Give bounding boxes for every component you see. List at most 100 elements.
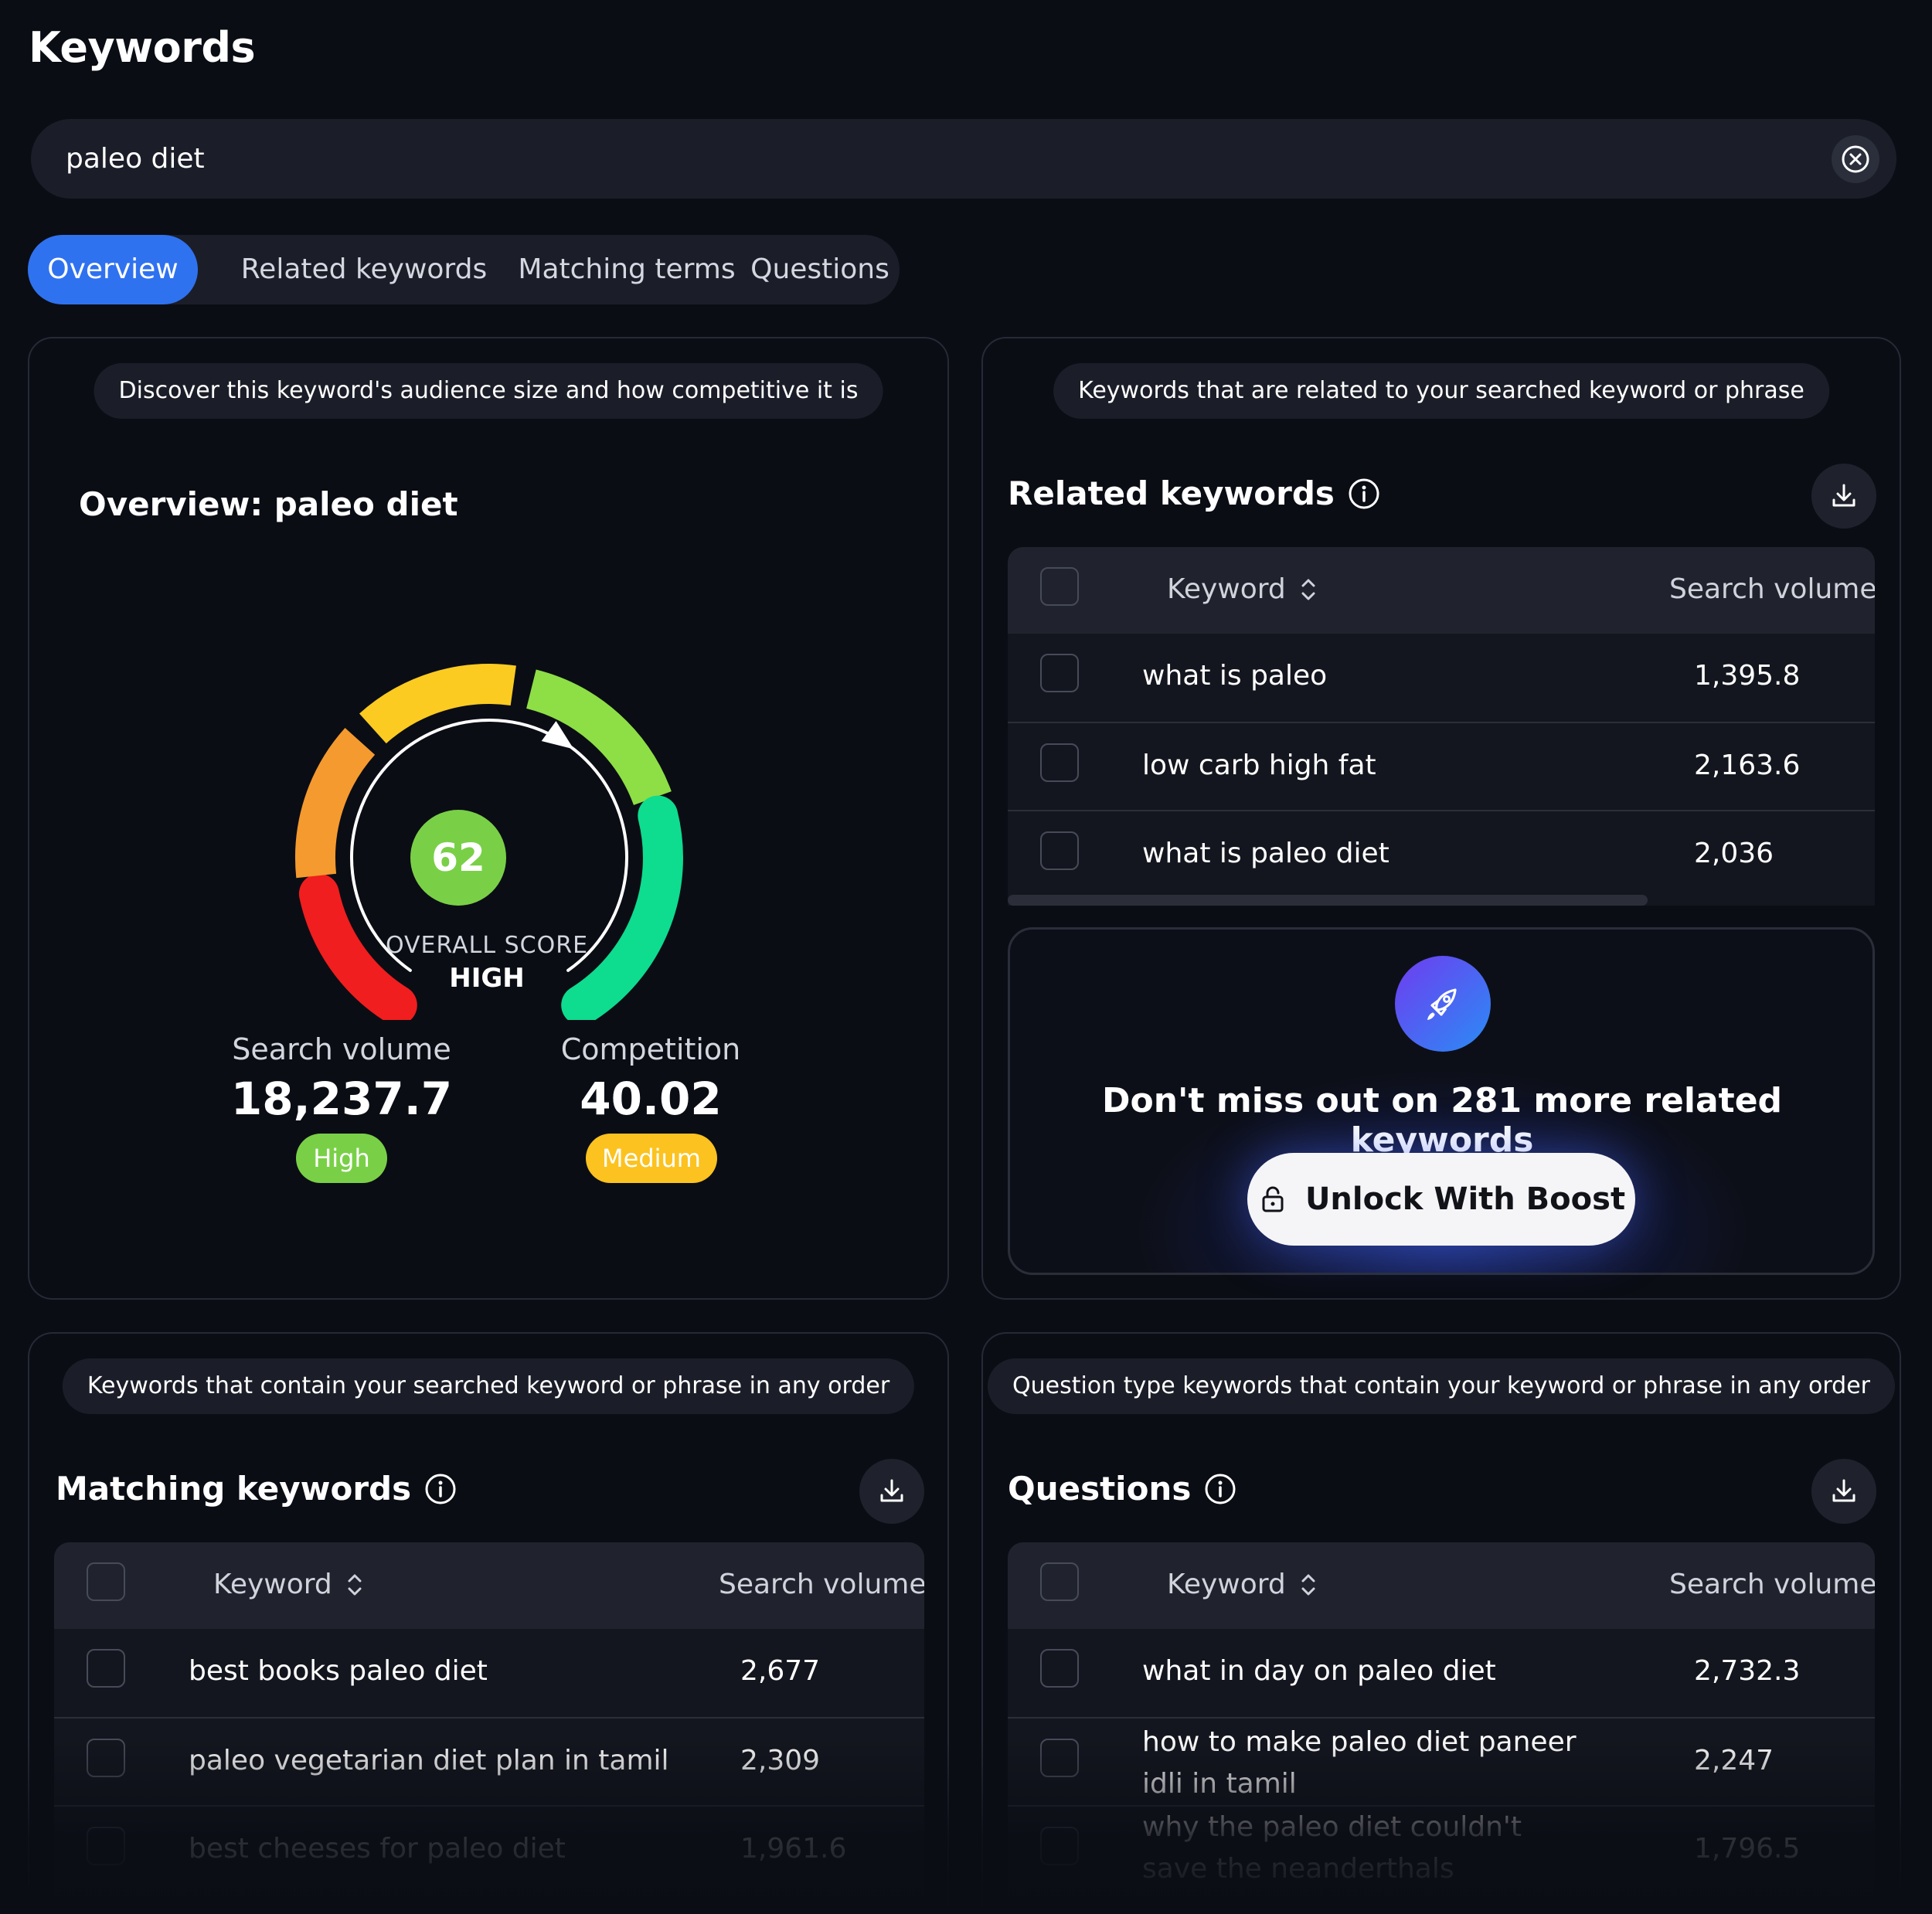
gauge-segment-yellow bbox=[359, 664, 516, 744]
download-icon bbox=[880, 1479, 903, 1502]
gauge-segment-orange bbox=[294, 728, 376, 879]
table-header: Keyword Search volume bbox=[54, 1542, 924, 1629]
tab-related-keywords[interactable]: Related keywords bbox=[221, 235, 507, 304]
info-icon[interactable] bbox=[1203, 1472, 1237, 1506]
related-heading-text: Related keywords bbox=[1008, 474, 1335, 512]
row-keyword: paleo vegetarian diet plan in tamil bbox=[189, 1745, 669, 1776]
tab-matching-terms[interactable]: Matching terms bbox=[507, 235, 747, 304]
matching-heading: Matching keywords bbox=[56, 1470, 457, 1508]
unlock-with-boost-button[interactable]: Unlock With Boost bbox=[1247, 1153, 1635, 1246]
search-bar bbox=[31, 119, 1896, 199]
download-icon bbox=[1832, 484, 1855, 507]
select-all-checkbox[interactable] bbox=[1040, 1562, 1079, 1601]
row-volume: 2,732.3 bbox=[1694, 1655, 1801, 1687]
lock-icon bbox=[1262, 1186, 1284, 1212]
matching-heading-text: Matching keywords bbox=[56, 1470, 412, 1508]
questions-table: Keyword Search volume what in day on pal… bbox=[1008, 1542, 1875, 1914]
questions-card: Question type keywords that contain your… bbox=[981, 1332, 1901, 1914]
select-all-checkbox[interactable] bbox=[87, 1562, 125, 1601]
tab-overview[interactable]: Overview bbox=[28, 235, 198, 304]
questions-heading-text: Questions bbox=[1008, 1470, 1192, 1508]
search-volume-value: 18,237.7 bbox=[230, 1073, 453, 1125]
overview-heading: Overview: paleo diet bbox=[79, 485, 458, 523]
row-volume: 1,796.5 bbox=[1694, 1833, 1801, 1865]
horizontal-scrollbar[interactable] bbox=[1008, 895, 1648, 906]
search-volume-label: Search volume bbox=[232, 1032, 451, 1066]
row-keyword: low carb high fat bbox=[1142, 750, 1376, 781]
row-volume: 1,395.8 bbox=[1694, 660, 1801, 692]
row-keyword: best books paleo diet bbox=[189, 1655, 488, 1687]
row-volume: 2,036 bbox=[1694, 838, 1774, 869]
matching-description: Keywords that contain your searched keyw… bbox=[62, 1358, 915, 1414]
row-keyword: what is paleo bbox=[1142, 660, 1328, 692]
keyword-column-header[interactable]: Keyword bbox=[213, 1569, 363, 1600]
row-volume: 1,961.6 bbox=[740, 1833, 847, 1865]
score-label: OVERALL SCORE bbox=[385, 932, 589, 959]
table-header: Keyword Search volume bbox=[1008, 1542, 1875, 1629]
related-heading: Related keywords bbox=[1008, 474, 1381, 512]
row-volume: 2,163.6 bbox=[1694, 750, 1801, 781]
overview-description: Discover this keyword's audience size an… bbox=[94, 363, 883, 419]
page-title: Keywords bbox=[29, 23, 256, 72]
volume-column-header[interactable]: Search volume bbox=[1669, 1569, 1875, 1600]
row-checkbox[interactable] bbox=[87, 1739, 125, 1777]
row-checkbox[interactable] bbox=[1040, 1649, 1079, 1688]
download-button[interactable] bbox=[1811, 464, 1876, 529]
row-keyword: what is paleo diet bbox=[1142, 838, 1389, 869]
clear-search-button[interactable] bbox=[1832, 135, 1879, 183]
row-checkbox[interactable] bbox=[1040, 743, 1079, 782]
score-rating: HIGH bbox=[449, 963, 525, 994]
table-row[interactable]: low carb high fat 2,163.6 bbox=[1008, 722, 1875, 810]
row-keyword: best cheeses for paleo diet bbox=[189, 1833, 566, 1865]
matching-keywords-card: Keywords that contain your searched keyw… bbox=[28, 1332, 949, 1914]
keyword-header-label: Keyword bbox=[1167, 573, 1286, 605]
tab-questions[interactable]: Questions bbox=[747, 235, 893, 304]
keyword-column-header[interactable]: Keyword bbox=[1167, 1569, 1317, 1600]
info-icon[interactable] bbox=[423, 1472, 457, 1506]
row-volume: 2,677 bbox=[740, 1655, 821, 1687]
questions-description: Question type keywords that contain your… bbox=[987, 1358, 1896, 1414]
table-row[interactable]: best cheeses for paleo diet 1,961.6 bbox=[54, 1805, 924, 1893]
keyword-column-header[interactable]: Keyword bbox=[1167, 573, 1317, 605]
row-checkbox[interactable] bbox=[1040, 831, 1079, 870]
close-circle-icon bbox=[1842, 145, 1869, 173]
info-icon[interactable] bbox=[1347, 477, 1381, 511]
table-row[interactable]: what is paleo 1,395.8 bbox=[1008, 634, 1875, 722]
volume-column-header[interactable]: Search volume bbox=[1669, 573, 1875, 605]
promo-text: Don't miss out on 281 more related keywo… bbox=[1101, 1081, 1783, 1160]
sort-icon bbox=[1301, 1574, 1315, 1595]
score-value: 62 bbox=[410, 810, 506, 906]
related-description: Keywords that are related to your search… bbox=[1053, 363, 1829, 419]
row-checkbox[interactable] bbox=[87, 1827, 125, 1865]
related-table: Keyword Search volume what is paleo 1,39… bbox=[1008, 547, 1875, 906]
volume-column-header[interactable]: Search volume bbox=[719, 1569, 924, 1600]
competition-badge: Medium bbox=[586, 1134, 717, 1183]
table-row[interactable]: paleo vegetarian diet plan in tamil 2,30… bbox=[54, 1717, 924, 1805]
rocket-icon bbox=[1427, 988, 1457, 1021]
rocket-badge bbox=[1395, 956, 1491, 1052]
tab-bar: Overview Related keywords Matching terms… bbox=[28, 235, 900, 304]
table-row[interactable]: what is paleo diet 2,036 bbox=[1008, 810, 1875, 898]
row-keyword: how to make paleo diet paneer idli in ta… bbox=[1142, 1726, 1577, 1800]
select-all-checkbox[interactable] bbox=[1040, 567, 1079, 606]
table-row[interactable]: why the paleo diet couldn't save the nea… bbox=[1008, 1805, 1875, 1893]
row-checkbox[interactable] bbox=[1040, 654, 1079, 692]
competition-value: 40.02 bbox=[580, 1073, 722, 1125]
row-checkbox[interactable] bbox=[87, 1649, 125, 1688]
download-button[interactable] bbox=[1811, 1459, 1876, 1524]
row-checkbox[interactable] bbox=[1040, 1739, 1079, 1777]
table-header: Keyword Search volume bbox=[1008, 547, 1875, 634]
row-checkbox[interactable] bbox=[1040, 1827, 1079, 1865]
keyword-header-label: Keyword bbox=[1167, 1569, 1286, 1600]
search-input[interactable] bbox=[66, 119, 1766, 199]
row-volume: 2,309 bbox=[740, 1745, 821, 1776]
table-row[interactable]: how to make paleo diet paneer idli in ta… bbox=[1008, 1717, 1875, 1805]
sort-icon bbox=[1301, 579, 1315, 600]
gauge-segment-lightgreen bbox=[526, 669, 672, 806]
row-volume: 2,247 bbox=[1694, 1745, 1774, 1776]
sort-icon bbox=[348, 1574, 362, 1595]
row-keyword: what in day on paleo diet bbox=[1142, 1655, 1496, 1687]
download-button[interactable] bbox=[859, 1459, 924, 1524]
table-row[interactable]: best books paleo diet 2,677 bbox=[54, 1629, 924, 1717]
table-row[interactable]: what in day on paleo diet 2,732.3 bbox=[1008, 1629, 1875, 1717]
